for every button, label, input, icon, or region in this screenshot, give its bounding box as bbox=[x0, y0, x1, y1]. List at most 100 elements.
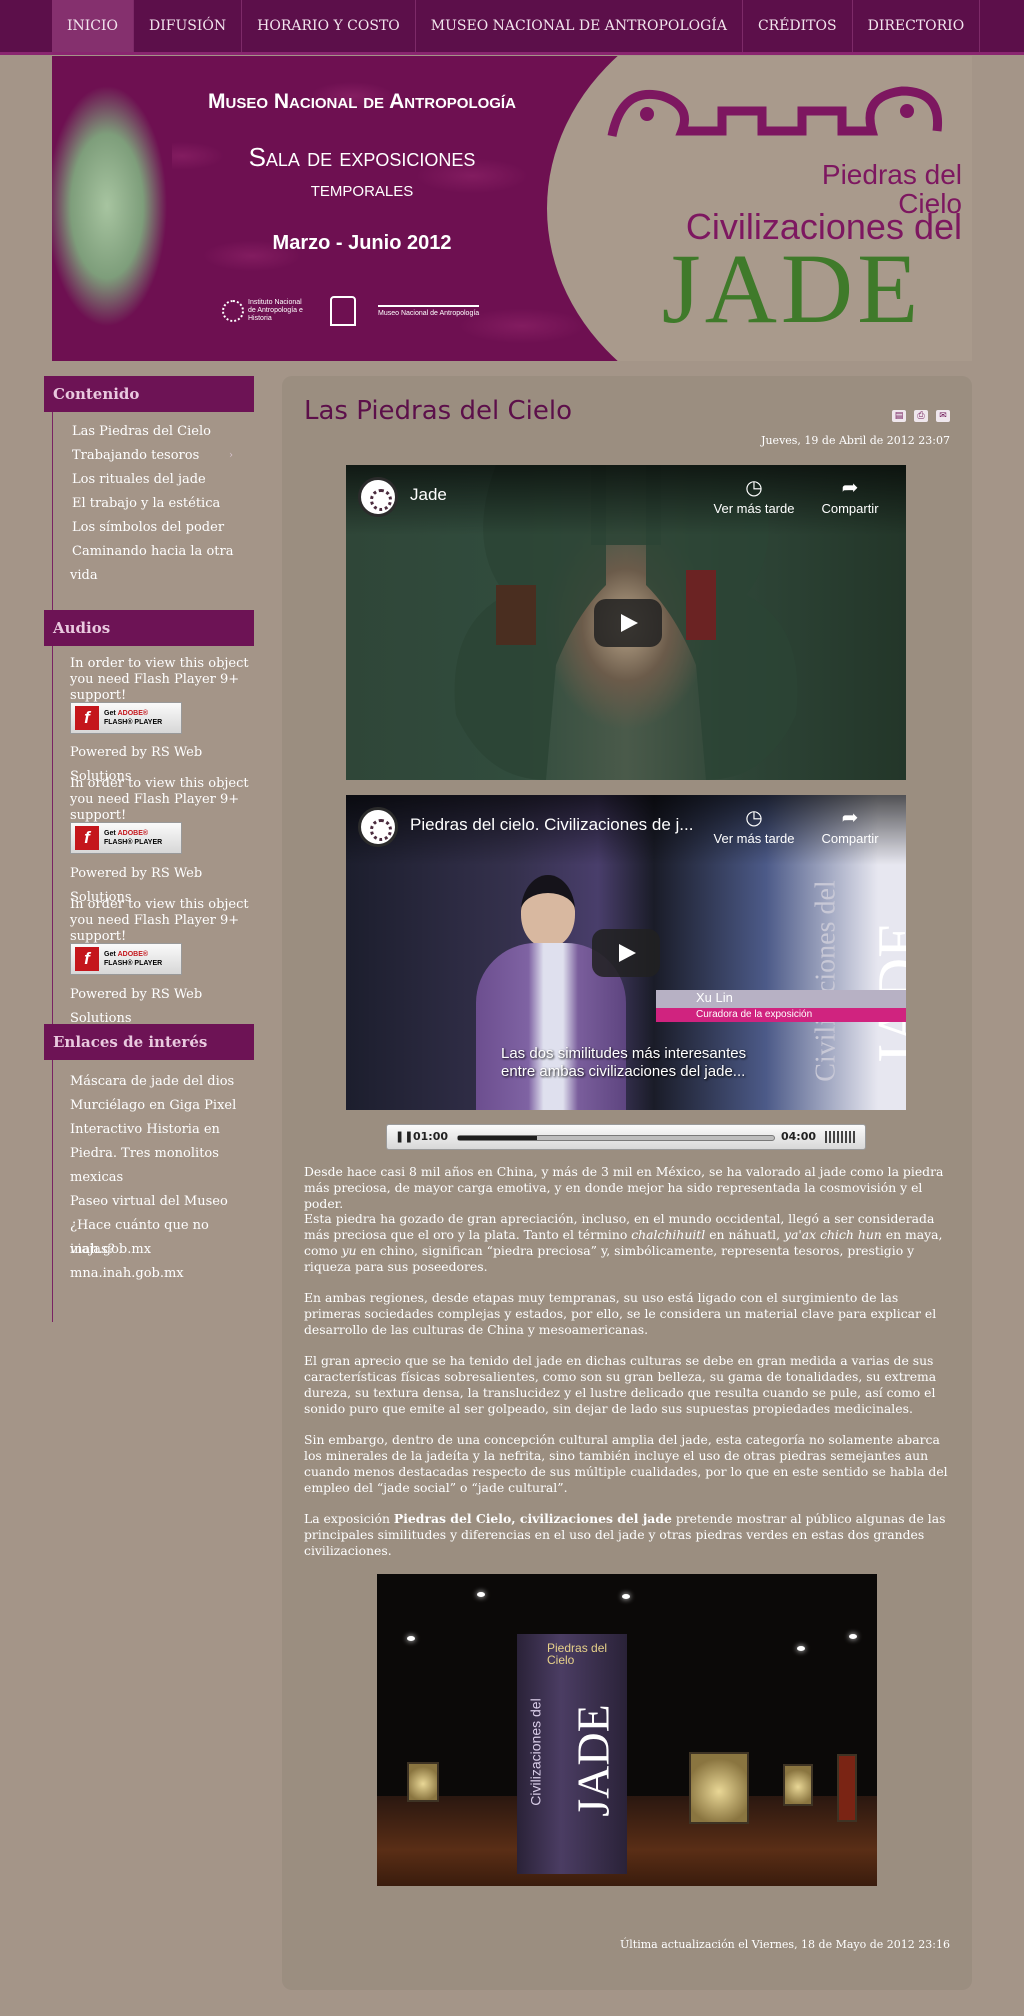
name-lower-third: Xu Lin Curadora de la exposición bbox=[656, 990, 906, 1022]
exhibition-banner-in-video: Civilizaciones del JADE bbox=[786, 855, 906, 1110]
ceiling-light bbox=[622, 1594, 630, 1599]
ceiling-light bbox=[797, 1646, 805, 1651]
mna-logo: Museo Nacional de Antropología bbox=[378, 305, 480, 317]
nav-item-difusion[interactable]: DIFUSIÓN bbox=[134, 0, 243, 52]
main-menu: INICIO DIFUSIÓN HORARIO Y COSTO MUSEO NA… bbox=[52, 0, 981, 52]
banner-hall-line-2: temporales bbox=[310, 176, 414, 201]
clock-icon: ◷ bbox=[745, 807, 763, 829]
play-icon[interactable] bbox=[592, 929, 660, 977]
email-icon[interactable]: ✉ bbox=[936, 410, 950, 422]
flash-notice: In order to view this object you need Fl… bbox=[70, 776, 249, 823]
enlace-paseo-virtual[interactable]: Paseo virtual del Museo bbox=[70, 1190, 228, 1214]
flash-icon: f bbox=[75, 706, 99, 730]
article-title[interactable]: Las Piedras del Cielo bbox=[304, 396, 572, 426]
sidebar-heading-audios: Audios bbox=[44, 610, 254, 646]
nav-item-inicio[interactable]: INICIO bbox=[52, 0, 135, 52]
photo-banner-title: Piedras del Cielo bbox=[547, 1641, 608, 1667]
paragraph-6: La exposición Piedras del Cielo, civiliz… bbox=[304, 1511, 946, 1558]
audio-progress-fill bbox=[458, 1136, 537, 1140]
banner-logos: Instituto Nacional de Antropología e His… bbox=[222, 296, 480, 326]
audio-current-time: 01:00 bbox=[413, 1130, 449, 1143]
channel-logo-icon[interactable] bbox=[358, 477, 398, 517]
banner-museum-name: Museo Nacional de Antropología bbox=[208, 90, 516, 113]
flash-notice: In order to view this object you need Fl… bbox=[70, 656, 249, 703]
ceiling-light bbox=[477, 1592, 485, 1597]
sidebar-item-caminando-cont[interactable]: vida bbox=[70, 564, 98, 588]
flash-badge-text: Get ADOBE® FLASH® PLAYER bbox=[104, 951, 163, 967]
photo-banner-jade: JADE bbox=[567, 1704, 619, 1817]
sidebar-item-rituales[interactable]: Los rituales del jade bbox=[72, 468, 206, 492]
share-icon: ➦ bbox=[841, 477, 859, 499]
enlace-interactivo-cont[interactable]: Piedra. Tres monolitos bbox=[70, 1142, 219, 1166]
sidebar-item-piedras-del-cielo[interactable]: Las Piedras del Cielo bbox=[72, 420, 211, 444]
nav-item-directorio[interactable]: DIRECTORIO bbox=[853, 0, 981, 52]
pdf-icon[interactable]: ▤ bbox=[892, 410, 906, 422]
nav-item-creditos[interactable]: CRÉDITOS bbox=[743, 0, 853, 52]
enlace-murcielago[interactable]: Murciélago en Giga Pixel bbox=[70, 1094, 236, 1118]
video-title[interactable]: Piedras del cielo. Civilizaciones de j..… bbox=[410, 815, 693, 835]
volume-icon[interactable] bbox=[825, 1131, 857, 1143]
display-case bbox=[407, 1762, 439, 1802]
nav-item-museo[interactable]: MUSEO NACIONAL DE ANTROPOLOGÍA bbox=[416, 0, 743, 52]
conaculta-logo-icon bbox=[330, 296, 356, 326]
audio-total-time: 04:00 bbox=[781, 1130, 817, 1143]
share-button[interactable]: ➦ Compartir bbox=[802, 477, 898, 516]
display-case bbox=[689, 1752, 749, 1824]
video-caption: Las dos similitudes más interesantes entr… bbox=[501, 1045, 747, 1080]
clock-icon: ◷ bbox=[745, 477, 763, 499]
paragraph-4: El gran aprecio que se ha tenido del jad… bbox=[304, 1353, 937, 1416]
audio-player[interactable]: ❚❚ 01:00 04:00 bbox=[386, 1124, 866, 1150]
sidebar-item-simbolos-poder[interactable]: Los símbolos del poder bbox=[72, 516, 224, 540]
mesoamerican-glyph-icon bbox=[607, 86, 943, 137]
banner-jade-word: JADE bbox=[661, 233, 923, 344]
flash-icon: f bbox=[75, 826, 99, 850]
enlace-interactivo[interactable]: Interactivo Historia en bbox=[70, 1118, 220, 1142]
sidebar-item-trabajando-tesoros[interactable]: Trabajando tesoros bbox=[72, 444, 199, 468]
watch-later-button[interactable]: ◷ Ver más tarde bbox=[706, 477, 802, 516]
get-flash-player-button[interactable]: f Get ADOBE® FLASH® PLAYER bbox=[70, 702, 182, 734]
sidebar-item-caminando[interactable]: Caminando hacia la otra bbox=[72, 540, 233, 564]
video-title[interactable]: Jade bbox=[410, 485, 447, 505]
share-button[interactable]: ➦ Compartir bbox=[802, 807, 898, 846]
sidebar: Contenido Las Piedras del Cielo Trabajan… bbox=[44, 376, 254, 1322]
flash-badge-text: Get ADOBE® FLASH® PLAYER bbox=[104, 830, 163, 846]
display-case bbox=[783, 1764, 813, 1806]
exhibition-photo: Piedras del Cielo Civilizaciones del JADE bbox=[377, 1574, 877, 1886]
video-embed-jade[interactable]: Jade ◷ Ver más tarde ➦ Compartir bbox=[346, 465, 906, 780]
enlace-mascara-jade[interactable]: Máscara de jade del dios bbox=[70, 1070, 234, 1094]
inah-logo-icon bbox=[222, 300, 244, 322]
enlace-inah[interactable]: inah.gob.mx bbox=[70, 1238, 151, 1262]
main-article: Las Piedras del Cielo ▤ ⎙ ✉ Jueves, 19 d… bbox=[282, 376, 972, 1990]
video-embed-piedras-del-cielo[interactable]: Civilizaciones del JADE Xu Lin Curadora … bbox=[346, 795, 906, 1110]
exhibition-banner: Museo Nacional de Antropología Sala de e… bbox=[52, 56, 972, 361]
enlace-interactivo-cont2[interactable]: mexicas bbox=[70, 1166, 123, 1190]
get-flash-player-button[interactable]: f Get ADOBE® FLASH® PLAYER bbox=[70, 822, 182, 854]
sidebar-heading-contenido: Contenido bbox=[44, 376, 254, 412]
ceiling-light bbox=[407, 1636, 415, 1641]
video-banner-small-text: Civilizaciones del bbox=[810, 880, 842, 1082]
top-navigation-bar: INICIO DIFUSIÓN HORARIO Y COSTO MUSEO NA… bbox=[0, 0, 1024, 55]
get-flash-player-button[interactable]: f Get ADOBE® FLASH® PLAYER bbox=[70, 943, 182, 975]
last-updated: Última actualización el Viernes, 18 de M… bbox=[620, 1938, 950, 1951]
chevron-right-icon[interactable]: › bbox=[229, 450, 233, 461]
paragraph-2: Esta piedra ha gozado de gran apreciació… bbox=[304, 1211, 943, 1274]
nav-item-horario-y-costo[interactable]: HORARIO Y COSTO bbox=[242, 0, 416, 52]
enlace-mna[interactable]: mna.inah.gob.mx bbox=[70, 1262, 184, 1286]
inah-logo-text: Instituto Nacional de Antropología e His… bbox=[248, 299, 303, 322]
inah-logo: Instituto Nacional de Antropología e His… bbox=[222, 299, 308, 323]
channel-logo-icon[interactable] bbox=[358, 807, 398, 847]
jade-statue-image bbox=[52, 56, 172, 361]
curator-head bbox=[521, 875, 575, 947]
paragraph-3: En ambas regiones, desde etapas muy temp… bbox=[304, 1290, 937, 1337]
flash-notice: In order to view this object you need Fl… bbox=[70, 897, 249, 944]
share-icon: ➦ bbox=[841, 807, 859, 829]
play-icon[interactable] bbox=[594, 599, 662, 647]
watch-later-button[interactable]: ◷ Ver más tarde bbox=[706, 807, 802, 846]
sidebar-item-trabajo-estetica[interactable]: El trabajo y la estética bbox=[72, 492, 220, 516]
photo-exhibition-banner: Piedras del Cielo Civilizaciones del JADE bbox=[517, 1634, 627, 1874]
print-icon[interactable]: ⎙ bbox=[914, 410, 928, 422]
pause-icon[interactable]: ❚❚ bbox=[395, 1130, 413, 1143]
display-case bbox=[837, 1754, 857, 1822]
photo-banner-subtitle: Civilizaciones del bbox=[527, 1698, 544, 1806]
audio-progress-track[interactable] bbox=[457, 1135, 775, 1141]
